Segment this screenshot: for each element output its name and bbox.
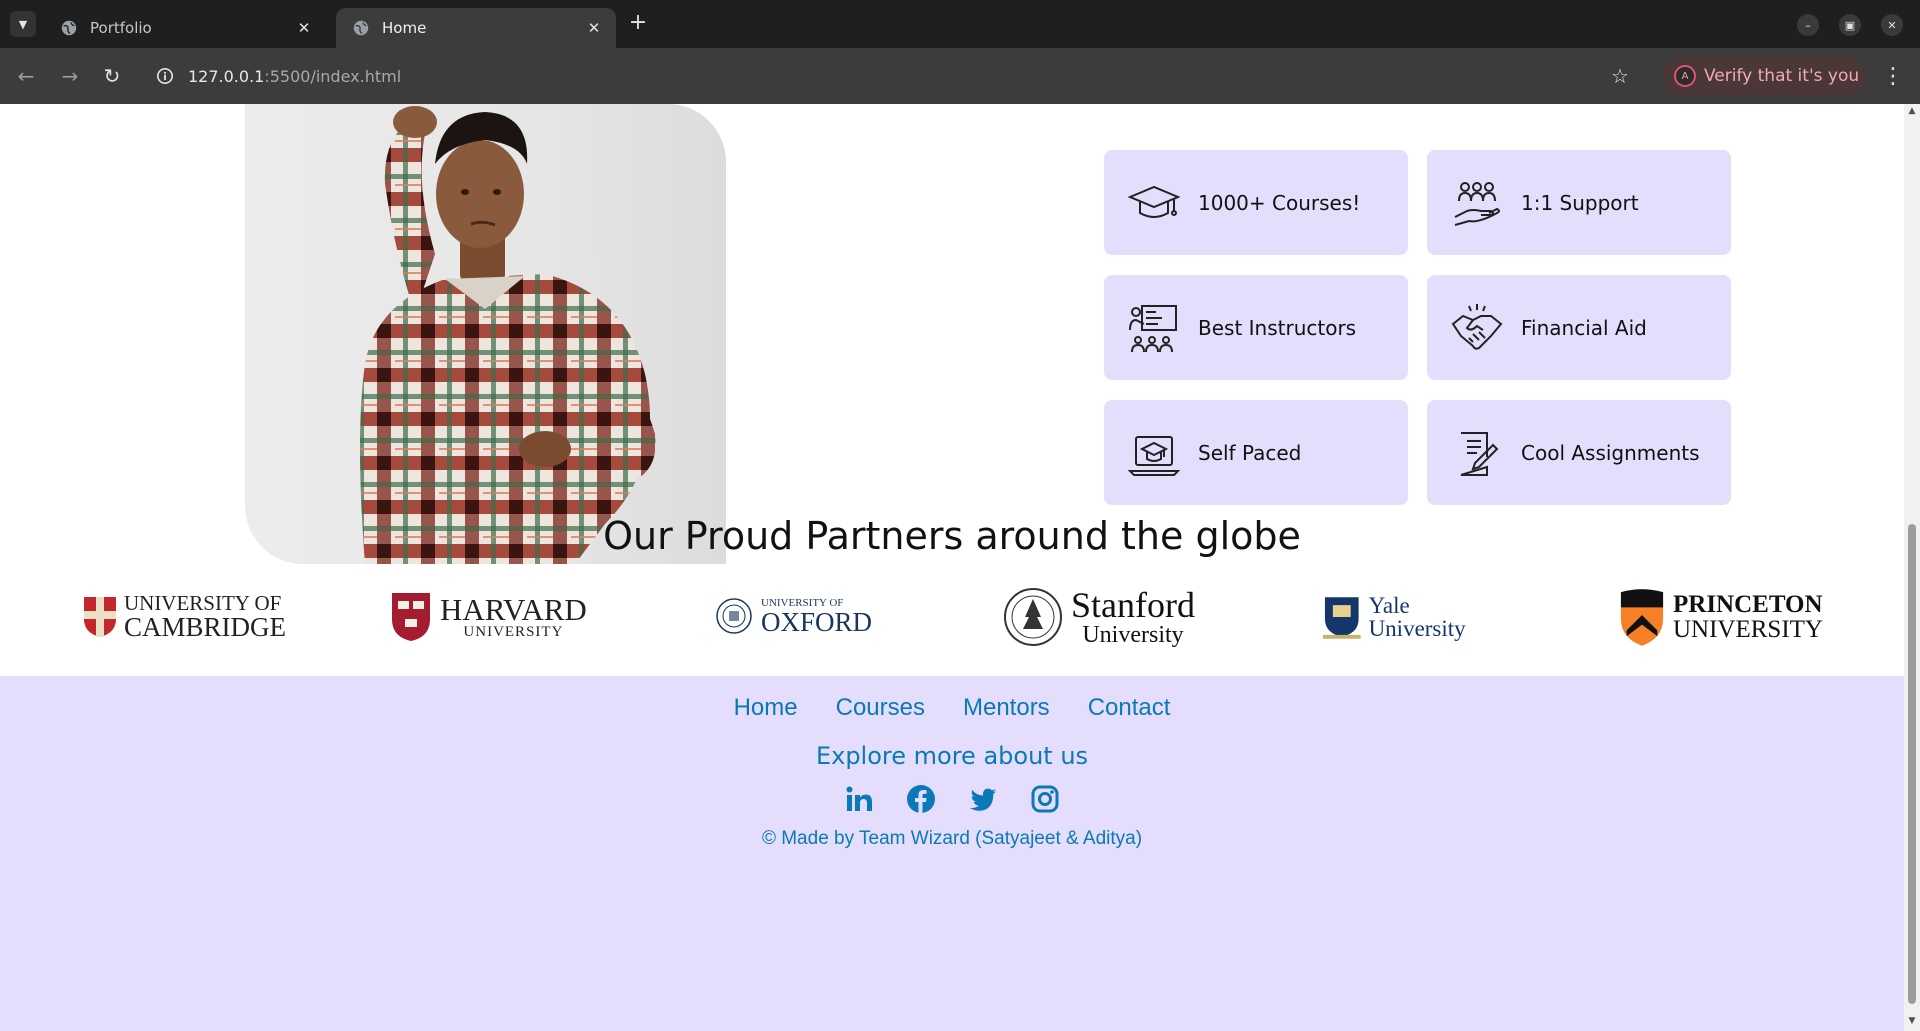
- url-host: 127.0.0.1: [188, 66, 265, 86]
- feature-card-support: 1:1 Support: [1427, 150, 1731, 255]
- copyright-text: © Made by Team Wizard (Satyajeet & Adity…: [761, 828, 1143, 849]
- reload-button[interactable]: ↻: [98, 62, 126, 90]
- logo-text: Stanford: [1071, 585, 1195, 625]
- handshake-icon: [1451, 303, 1503, 350]
- logo-text: CAMBRIDGE: [123, 612, 286, 642]
- feature-card-instructors: Best Instructors: [1104, 275, 1408, 380]
- partners-heading: Our Proud Partners around the globe: [603, 514, 1301, 558]
- footer-link-contact[interactable]: Contact: [1088, 694, 1171, 722]
- feature-label: Self Paced: [1198, 440, 1302, 465]
- feature-card-self-paced: Self Paced: [1104, 400, 1408, 505]
- hero-image: [245, 104, 726, 564]
- graduation-cap-icon: [1128, 185, 1180, 218]
- footer-explore-text: Explore more about us: [815, 742, 1089, 770]
- footer-link-courses[interactable]: Courses: [836, 694, 925, 722]
- laptop-cap-icon: [1128, 435, 1180, 476]
- maximize-button[interactable]: ▣: [1839, 14, 1861, 36]
- tab-search-button[interactable]: ▼: [10, 11, 36, 37]
- globe-icon: [61, 20, 77, 36]
- feature-label: Best Instructors: [1198, 315, 1357, 340]
- twitter-icon[interactable]: [968, 784, 998, 814]
- tab-portfolio[interactable]: Portfolio ✕: [44, 8, 326, 48]
- logo-cambridge[interactable]: UNIVERSITY OF CAMBRIDGE: [82, 582, 286, 652]
- feature-label: 1000+ Courses!: [1198, 190, 1361, 215]
- feature-label: Financial Aid: [1521, 315, 1647, 340]
- back-button[interactable]: ←: [12, 62, 40, 90]
- feature-card-financial-aid: Financial Aid: [1427, 275, 1731, 380]
- browser-toolbar: ← → ↻ 127.0.0.1:5500/index.html ☆ A Veri…: [0, 48, 1920, 104]
- bookmark-star-icon[interactable]: ☆: [1606, 62, 1634, 90]
- instagram-icon[interactable]: [1030, 784, 1060, 814]
- address-bar[interactable]: 127.0.0.1:5500/index.html: [146, 56, 1616, 96]
- logo-text: OXFORD: [761, 607, 873, 637]
- logo-stanford[interactable]: Stanford University: [1003, 582, 1207, 652]
- close-icon[interactable]: ✕: [294, 19, 314, 37]
- footer-nav: Home Courses Mentors Contact: [0, 694, 1904, 722]
- feature-card-assignments: Cool Assignments: [1427, 400, 1731, 505]
- logo-text: UNIVERSITY OF: [123, 591, 282, 615]
- browser-tab-bar: ▼ Portfolio ✕ Home ✕ + – ▣ ✕: [0, 0, 1920, 48]
- oxford-seal-icon: [716, 598, 752, 634]
- page-scrollbar[interactable]: ▲ ▼: [1904, 104, 1920, 1031]
- logo-text: University: [1082, 622, 1184, 648]
- logo-text: HARVARD: [440, 592, 587, 627]
- thinking-man-illustration: [360, 106, 656, 564]
- info-icon[interactable]: [156, 67, 174, 85]
- feature-label: Cool Assignments: [1521, 440, 1700, 465]
- logo-harvard[interactable]: HARVARD UNIVERSITY: [390, 582, 590, 652]
- page-viewport: 1000+ Courses! 1:1 Support Best Instruct…: [0, 104, 1904, 1031]
- harvard-shield-icon: [392, 593, 430, 641]
- avatar: A: [1674, 65, 1696, 87]
- tab-home[interactable]: Home ✕: [336, 8, 616, 48]
- forward-button[interactable]: →: [56, 62, 84, 90]
- globe-icon: [353, 20, 369, 36]
- scroll-down-arrow[interactable]: ▼: [1907, 1016, 1917, 1026]
- logo-yale[interactable]: Yale University: [1321, 582, 1511, 652]
- verify-label: Verify that it's you: [1704, 66, 1860, 86]
- logo-oxford[interactable]: UNIVERSITY OF OXFORD: [715, 582, 875, 652]
- support-hand-icon: [1454, 181, 1500, 226]
- logo-text: Yale University: [1368, 593, 1466, 641]
- verify-identity-button[interactable]: A Verify that it's you: [1662, 55, 1866, 97]
- logo-princeton[interactable]: PRINCETON UNIVERSITY: [1619, 582, 1823, 652]
- close-window-button[interactable]: ✕: [1881, 14, 1903, 36]
- browser-menu-icon[interactable]: ⋮: [1880, 62, 1906, 90]
- close-icon[interactable]: ✕: [584, 19, 604, 37]
- feature-label: 1:1 Support: [1521, 190, 1639, 215]
- minimize-button[interactable]: –: [1797, 14, 1819, 36]
- yale-shield-icon: [1322, 597, 1361, 639]
- tab-title: Home: [382, 19, 427, 37]
- feature-card-courses: 1000+ Courses!: [1104, 150, 1408, 255]
- site-footer: Home Courses Mentors Contact Explore mor…: [0, 676, 1904, 1031]
- stanford-seal-icon: [1004, 588, 1062, 646]
- footer-link-mentors[interactable]: Mentors: [963, 694, 1050, 722]
- facebook-icon[interactable]: [906, 784, 936, 814]
- scrollbar-thumb[interactable]: [1908, 524, 1916, 1004]
- tab-title: Portfolio: [90, 19, 152, 37]
- logo-text: UNIVERSITY: [463, 624, 564, 640]
- url-path: :5500/index.html: [264, 66, 402, 86]
- logo-text: PRINCETON: [1673, 591, 1823, 618]
- assignment-icon: [1460, 431, 1499, 476]
- scroll-up-arrow[interactable]: ▲: [1907, 106, 1917, 116]
- new-tab-button[interactable]: +: [626, 12, 650, 36]
- cambridge-crest-icon: [83, 597, 116, 637]
- linkedin-icon[interactable]: [844, 784, 874, 814]
- logo-text: UNIVERSITY: [1673, 616, 1823, 643]
- social-links: [0, 784, 1904, 814]
- princeton-shield-icon: [1620, 589, 1664, 646]
- footer-link-home[interactable]: Home: [734, 694, 798, 722]
- instructor-icon: [1129, 304, 1177, 352]
